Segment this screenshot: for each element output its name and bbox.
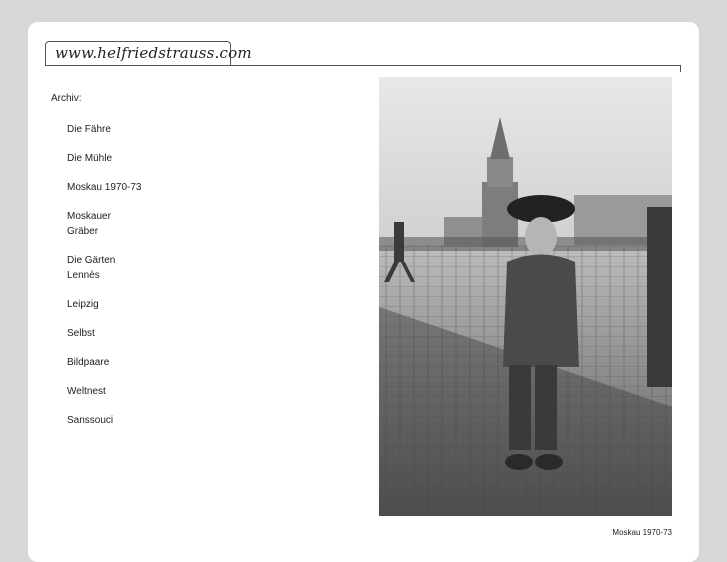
- archive-link[interactable]: Leipzig: [67, 297, 99, 312]
- site-title[interactable]: www.helfriedstrauss.com: [55, 44, 252, 62]
- archive-link[interactable]: Die Mühle: [67, 151, 112, 166]
- archive-link[interactable]: Moskau 1970-73: [67, 180, 142, 195]
- header-rule-end: [680, 65, 681, 72]
- archive-link[interactable]: Die Fähre: [67, 122, 111, 137]
- site-title-tab[interactable]: www.helfriedstrauss.com: [45, 41, 252, 65]
- archive-link[interactable]: Selbst: [67, 326, 95, 341]
- archive-link[interactable]: Weltnest: [67, 384, 106, 399]
- archive-heading: Archiv:: [51, 93, 82, 104]
- header-rule: [45, 65, 681, 66]
- archive-link[interactable]: Sanssouci: [67, 413, 113, 428]
- photo-caption: Moskau 1970-73: [612, 528, 672, 537]
- archive-link[interactable]: Bildpaare: [67, 355, 109, 370]
- photo-moskau: [379, 77, 672, 516]
- archive-link[interactable]: Moskauer Gräber: [67, 209, 111, 239]
- archive-link[interactable]: Die Gärten Lennès: [67, 253, 115, 283]
